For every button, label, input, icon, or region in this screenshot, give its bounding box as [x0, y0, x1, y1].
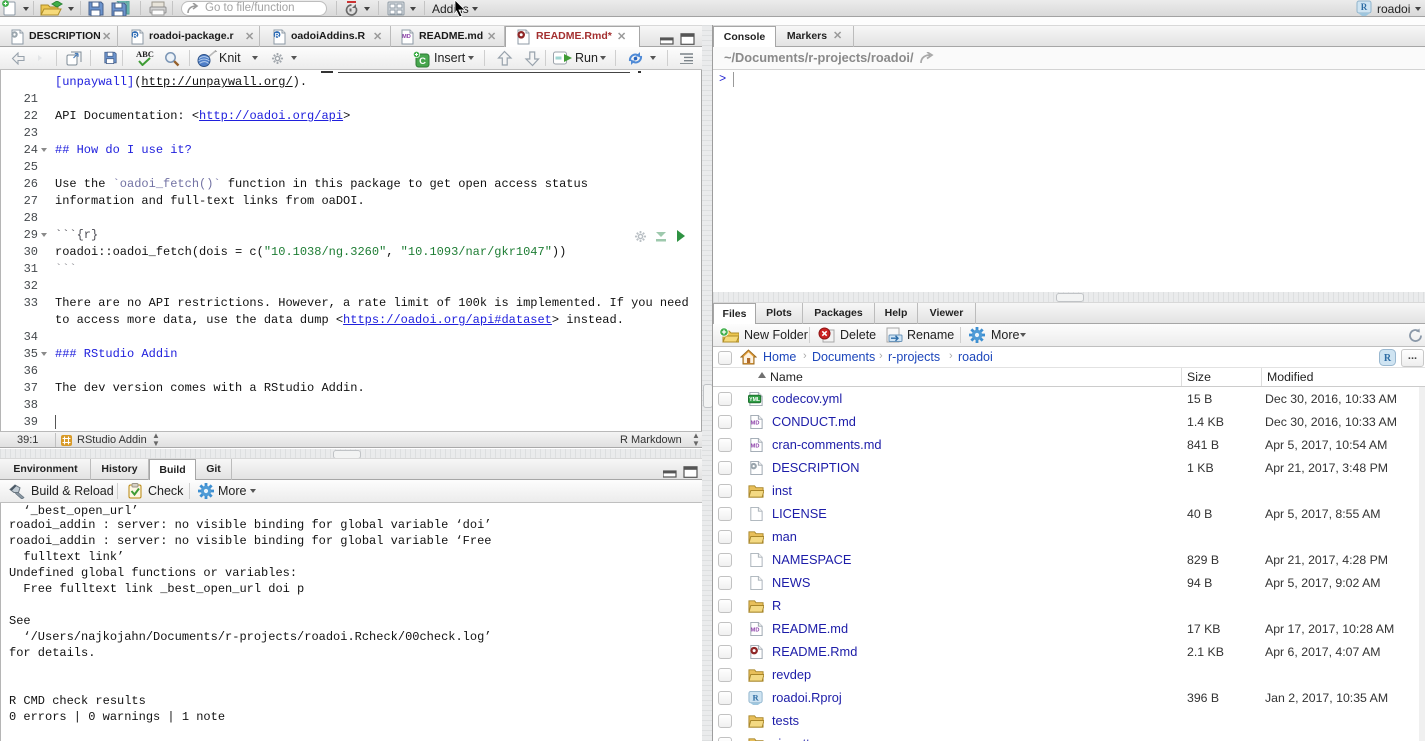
svg-text:MD: MD	[402, 34, 411, 40]
svg-text:R: R	[752, 692, 759, 702]
svg-text:MD: MD	[751, 627, 760, 633]
svg-text:R: R	[1384, 353, 1392, 364]
svg-text:R: R	[133, 32, 138, 39]
svg-text:C: C	[419, 56, 426, 67]
svg-text:R: R	[275, 32, 280, 39]
svg-text:MD: MD	[751, 443, 760, 449]
svg-text:YML: YML	[749, 397, 760, 403]
svg-text:MD: MD	[751, 420, 760, 426]
svg-text:R: R	[1361, 2, 1368, 12]
